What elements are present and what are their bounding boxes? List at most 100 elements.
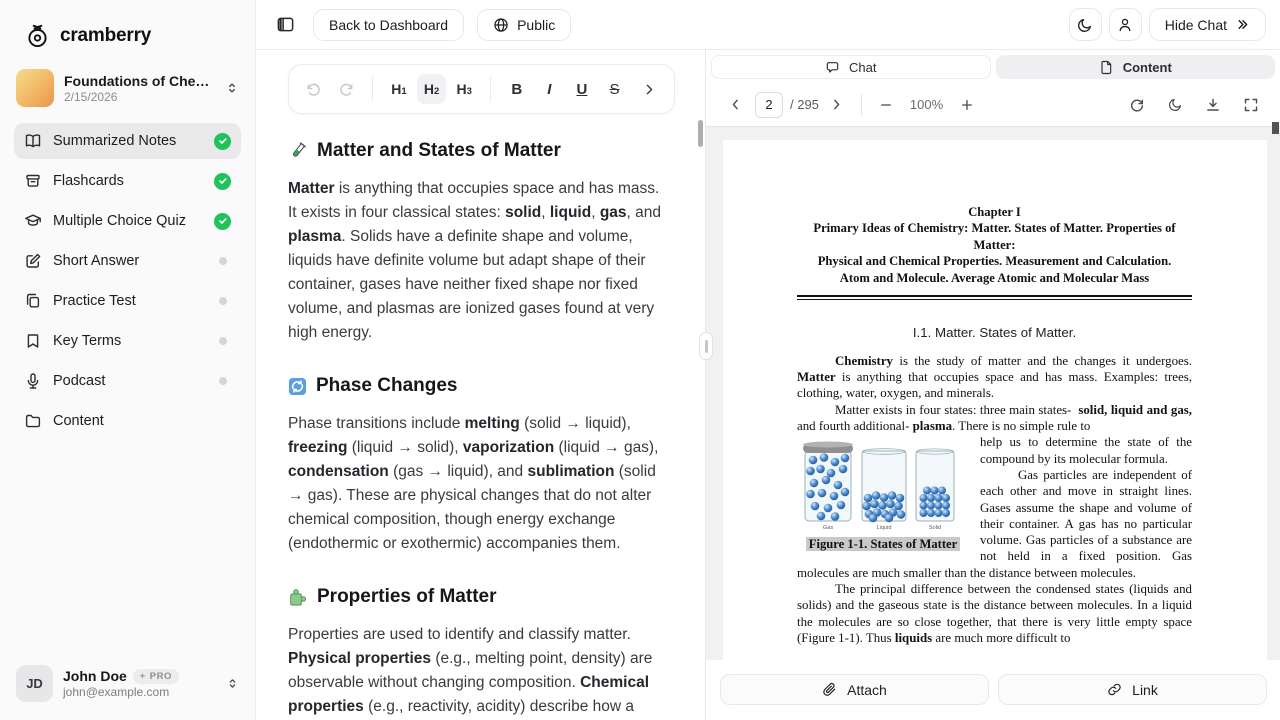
- fullscreen-icon: [1243, 97, 1259, 113]
- page-total-label: / 295: [790, 97, 819, 112]
- pdf-toolbar: / 295 100%: [706, 83, 1280, 127]
- undo-button[interactable]: [299, 74, 329, 104]
- fullscreen-button[interactable]: [1239, 93, 1263, 117]
- attach-button[interactable]: Attach: [720, 674, 989, 705]
- sidebar-item-content[interactable]: Content: [14, 403, 241, 439]
- pdf-double-rule: [797, 295, 1192, 300]
- public-button[interactable]: Public: [477, 9, 571, 41]
- workspace: H1 H2 H3 B I U S: [256, 50, 1280, 720]
- note-heading[interactable]: Matter and States of Matter: [288, 140, 671, 162]
- sidebar-item-summarized-notes[interactable]: Summarized Notes: [14, 123, 241, 159]
- states-of-matter-figure: Gas Liquid Solid: [797, 438, 969, 534]
- editor-scrollbar-thumb[interactable]: [698, 120, 703, 147]
- page-number-input[interactable]: [755, 92, 783, 118]
- previous-page-button[interactable]: [723, 93, 747, 117]
- pdf-title-line: Physical and Chemical Properties. Measur…: [797, 253, 1192, 269]
- project-thumbnail: [16, 69, 54, 107]
- plus-icon: [960, 98, 974, 112]
- note-heading[interactable]: Phase Changes: [288, 375, 671, 397]
- pdf-title-line: Atom and Molecule. Average Atomic and Mo…: [797, 270, 1192, 286]
- hide-chat-button[interactable]: Hide Chat: [1149, 8, 1266, 41]
- pending-badge-dot: [219, 337, 227, 345]
- redo-button[interactable]: [332, 74, 362, 104]
- pdf-scrollbar-thumb[interactable]: [1272, 122, 1279, 134]
- pdf-dark-mode-button[interactable]: [1163, 93, 1187, 117]
- pdf-paragraph: The principal difference between the con…: [797, 581, 1192, 646]
- complete-badge-icon: [214, 133, 231, 150]
- download-button[interactable]: [1201, 93, 1225, 117]
- sidebar-item-multiple-choice-quiz[interactable]: Multiple Choice Quiz: [14, 203, 241, 239]
- notes-editor-pane: H1 H2 H3 B I U S: [256, 50, 706, 720]
- sidebar-item-flashcards[interactable]: Flashcards: [14, 163, 241, 199]
- microphone-icon: [24, 372, 42, 390]
- content-panel: Chat Content /: [706, 50, 1280, 720]
- brand-name: cramberry: [60, 25, 151, 47]
- document-icon: [1099, 60, 1114, 75]
- refresh-icon: [1129, 97, 1145, 113]
- project-selector[interactable]: Foundations of Che… 2/15/2026: [16, 69, 239, 107]
- tab-chat[interactable]: Chat: [711, 55, 991, 79]
- bold-button[interactable]: B: [502, 74, 532, 104]
- toolbar-more-button[interactable]: [634, 74, 664, 104]
- link-button[interactable]: Link: [998, 674, 1267, 705]
- zoom-in-button[interactable]: [955, 93, 979, 117]
- note-paragraph[interactable]: Properties are used to identify and clas…: [288, 623, 671, 720]
- heading1-button[interactable]: H1: [384, 74, 414, 104]
- note-paragraph[interactable]: Matter is anything that occupies space a…: [288, 177, 671, 345]
- underline-button[interactable]: U: [567, 74, 597, 104]
- chevron-left-icon: [728, 97, 743, 112]
- account-button[interactable]: [1109, 8, 1142, 41]
- zoom-out-button[interactable]: [874, 93, 898, 117]
- toolbar-divider: [861, 94, 862, 116]
- heading2-button[interactable]: H2: [417, 74, 447, 104]
- panel-left-icon: [276, 15, 295, 34]
- link-icon: [1107, 682, 1122, 697]
- toolbar-divider: [372, 76, 373, 102]
- sidebar-item-label: Podcast: [53, 373, 208, 389]
- globe-icon: [493, 17, 509, 33]
- bookmark-icon: [24, 332, 42, 350]
- note-paragraph[interactable]: Phase transitions include melting (solid…: [288, 412, 671, 556]
- test-tube-icon: [288, 141, 308, 161]
- editor-toolbar: H1 H2 H3 B I U S: [288, 64, 675, 114]
- theme-toggle-button[interactable]: [1069, 8, 1102, 41]
- heading3-button[interactable]: H3: [449, 74, 479, 104]
- pdf-viewport: Chapter I Primary Ideas of Chemistry: Ma…: [706, 127, 1280, 660]
- pane-resize-handle[interactable]: [699, 332, 713, 360]
- project-date: 2/15/2026: [64, 90, 215, 104]
- sidebar-item-key-terms[interactable]: Key Terms: [14, 323, 241, 359]
- book-open-icon: [24, 132, 42, 150]
- tab-content[interactable]: Content: [996, 55, 1276, 79]
- main-area: Back to Dashboard Public: [256, 0, 1280, 720]
- sidebar-item-label: Practice Test: [53, 293, 208, 309]
- editor-content[interactable]: Matter and States of Matter Matter is an…: [256, 114, 705, 720]
- reload-document-button[interactable]: [1125, 93, 1149, 117]
- pro-badge: PRO: [133, 669, 179, 684]
- pencil-square-icon: [24, 252, 42, 270]
- back-to-dashboard-button[interactable]: Back to Dashboard: [313, 9, 464, 41]
- chevron-up-down-icon: [226, 677, 239, 690]
- note-heading[interactable]: Properties of Matter: [288, 586, 671, 608]
- sidebar-item-podcast[interactable]: Podcast: [14, 363, 241, 399]
- download-icon: [1205, 97, 1221, 113]
- sidebar-item-short-answer[interactable]: Short Answer: [14, 243, 241, 279]
- chevron-right-icon: [829, 97, 844, 112]
- puzzle-icon: [288, 587, 308, 607]
- next-page-button[interactable]: [825, 93, 849, 117]
- folder-icon: [24, 412, 42, 430]
- sidebar-item-label: Key Terms: [53, 333, 208, 349]
- user-menu[interactable]: JD John Doe PRO john@example.com: [0, 651, 255, 720]
- strikethrough-button[interactable]: S: [600, 74, 630, 104]
- chevrons-right-icon: [1235, 17, 1250, 32]
- italic-button[interactable]: I: [535, 74, 565, 104]
- panel-footer: Attach Link: [706, 660, 1280, 720]
- chevron-right-icon: [642, 82, 657, 97]
- sidebar-nav: Summarized Notes Flashcards Multiple: [0, 123, 255, 651]
- sparkle-icon: [138, 672, 147, 681]
- user-name: John Doe: [63, 668, 127, 684]
- sidebar-item-practice-test[interactable]: Practice Test: [14, 283, 241, 319]
- sidebar-toggle-button[interactable]: [270, 10, 300, 40]
- pdf-figure: Gas Liquid Solid Figure 1-1. States of M…: [797, 438, 969, 552]
- sidebar-item-label: Summarized Notes: [53, 133, 203, 149]
- pending-badge-dot: [219, 297, 227, 305]
